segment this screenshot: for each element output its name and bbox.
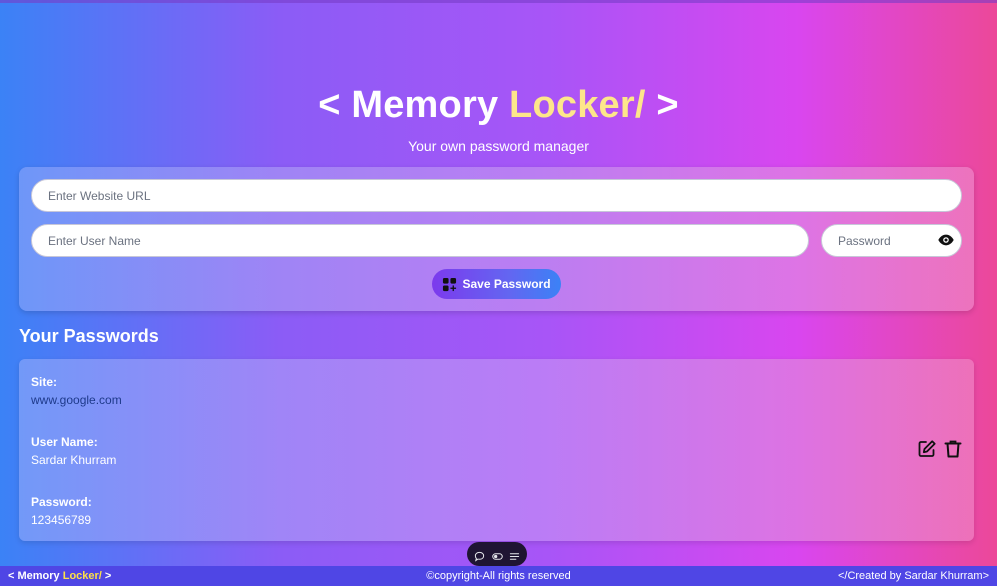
password-form: Save Password bbox=[19, 167, 974, 311]
site-value[interactable]: www.google.com bbox=[31, 393, 122, 407]
trash-icon[interactable] bbox=[943, 439, 963, 459]
footer-brand: < Memory Locker/ > bbox=[8, 570, 111, 582]
password-entry-card: Site: www.google.com User Name: Sardar K… bbox=[19, 359, 974, 541]
title-open: < Memory bbox=[318, 84, 510, 126]
app-title: < Memory Locker/ > bbox=[0, 84, 997, 127]
password-label: Password: bbox=[31, 495, 92, 509]
save-button-label: Save Password bbox=[462, 277, 551, 291]
top-border bbox=[0, 0, 997, 3]
save-password-button[interactable]: Save Password bbox=[432, 269, 561, 299]
your-passwords-heading: Your Passwords bbox=[19, 326, 159, 346]
menu-icon[interactable] bbox=[509, 549, 520, 560]
username-input[interactable] bbox=[31, 224, 809, 257]
floating-toolbar bbox=[467, 542, 527, 566]
password-value: 123456789 bbox=[31, 513, 92, 527]
toggle-icon[interactable] bbox=[491, 549, 503, 560]
password-field bbox=[821, 224, 962, 257]
entry-actions bbox=[917, 439, 963, 459]
title-locker: Locker/ bbox=[509, 84, 646, 126]
site-label: Site: bbox=[31, 375, 58, 389]
app-subtitle: Your own password manager bbox=[408, 138, 589, 154]
title-close: > bbox=[645, 84, 679, 126]
eye-icon[interactable] bbox=[938, 233, 954, 247]
username-label: User Name: bbox=[31, 435, 98, 449]
footer-brand-open: < Memory bbox=[8, 570, 63, 582]
footer-credit: </Created by Sardar Khurram> bbox=[837, 570, 989, 582]
footer-brand-close: > bbox=[101, 570, 112, 582]
add-grid-icon bbox=[443, 277, 457, 291]
edit-icon[interactable] bbox=[917, 439, 937, 459]
footer: < Memory Locker/ > ©copyright-All rights… bbox=[0, 566, 997, 586]
website-url-input[interactable] bbox=[31, 179, 962, 212]
username-value: Sardar Khurram bbox=[31, 453, 117, 467]
chat-icon[interactable] bbox=[474, 549, 485, 562]
footer-brand-locker: Locker/ bbox=[62, 570, 102, 582]
